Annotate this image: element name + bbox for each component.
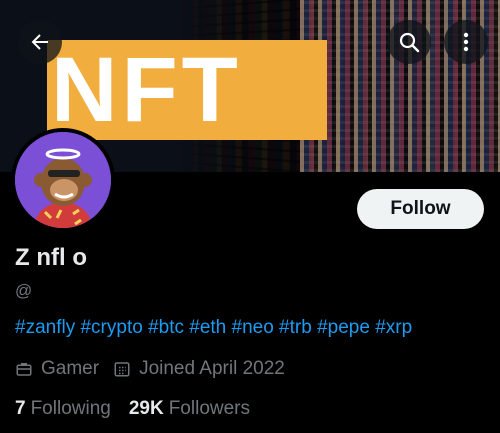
following-count: 7 — [15, 398, 26, 419]
banner-nft-text: NFT — [51, 39, 242, 141]
joined-item: Joined April 2022 — [113, 358, 285, 380]
following-label: Following — [30, 398, 111, 419]
followers-label: Followers — [168, 398, 251, 419]
banner-nft-sign: NFT — [47, 40, 327, 140]
bio-hashtags[interactable]: #zanfly #crypto #btc #eth #neo #trb #pep… — [15, 317, 412, 339]
profile-meta: Gamer Joined April 2022 — [15, 358, 299, 380]
briefcase-icon — [16, 363, 32, 376]
search-button[interactable] — [387, 20, 431, 64]
category-label: Gamer — [41, 358, 100, 379]
followers-link[interactable]: 29K Followers — [129, 398, 250, 420]
arrow-left-icon — [31, 34, 48, 50]
username-handle: @ — [15, 281, 33, 300]
joined-date: Joined April 2022 — [139, 358, 285, 379]
more-options-button[interactable] — [444, 20, 488, 64]
display-name: Z nfl o — [15, 244, 87, 271]
category-item: Gamer — [15, 358, 99, 380]
back-button[interactable] — [18, 20, 62, 64]
calendar-icon — [114, 362, 130, 377]
search-icon — [399, 32, 420, 53]
following-link[interactable]: 7 Following — [15, 398, 111, 420]
followers-count: 29K — [128, 398, 164, 419]
follow-stats: 7 Following 29K Followers — [15, 398, 268, 420]
follow-button[interactable]: Follow — [357, 189, 484, 229]
ape-avatar-image — [15, 132, 111, 228]
avatar[interactable] — [11, 128, 115, 232]
more-vertical-icon — [463, 32, 469, 52]
